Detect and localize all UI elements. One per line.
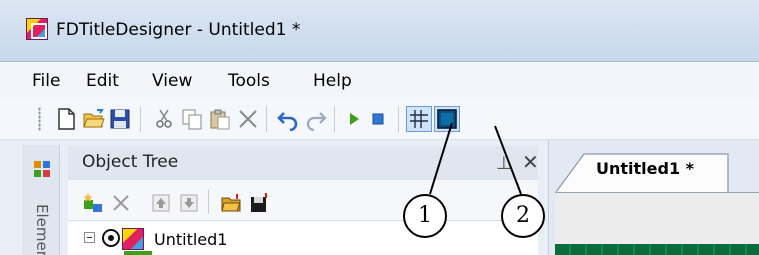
callout-1: 1	[403, 194, 447, 238]
application-window: FDTitleDesigner - Untitled1 * File Edit …	[0, 0, 759, 255]
callout-lines	[429, 122, 522, 195]
callout-2: 2	[501, 194, 545, 238]
